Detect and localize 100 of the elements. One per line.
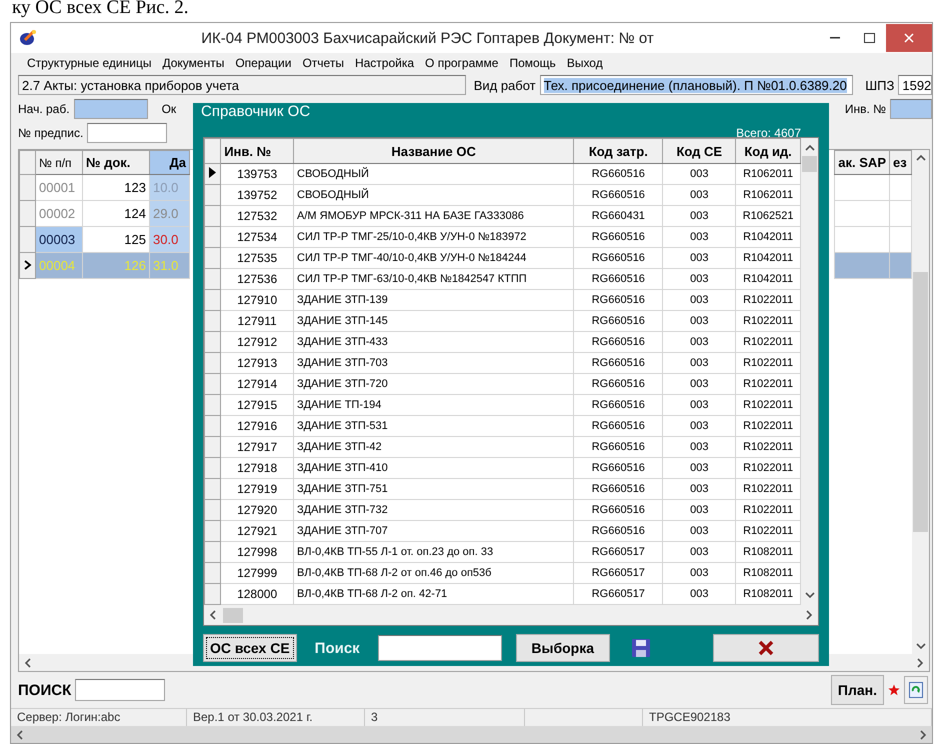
- table-cell: RG660516: [574, 310, 663, 332]
- table-cell: 127534: [220, 226, 294, 248]
- start-label: Нач. раб.: [18, 102, 70, 116]
- table-cell: 003: [662, 416, 736, 436]
- table-cell: 139752: [220, 184, 294, 206]
- section-field: 2.7 Акты: установка приборов учета: [18, 75, 466, 95]
- table-cell: 127921: [220, 520, 294, 542]
- table-cell: 003: [662, 436, 736, 458]
- table-cell: 10.0: [153, 180, 178, 195]
- table-cell: R1022011: [736, 352, 800, 374]
- table-cell: 127920: [220, 500, 294, 520]
- table-cell: 127917: [220, 436, 294, 458]
- table-cell: R1062521: [736, 206, 800, 226]
- table-cell: 003: [662, 206, 736, 226]
- table-cell: ЗДАНИЕ ЗТП-703: [294, 352, 574, 374]
- table-cell: 127916: [220, 416, 294, 436]
- table-cell: R1082011: [736, 542, 800, 562]
- table-cell: RG660516: [574, 248, 663, 268]
- table-cell: R1042011: [736, 226, 800, 248]
- table-cell: 00004: [36, 252, 82, 278]
- table-cell: 29.0: [153, 206, 178, 221]
- table-cell: ВЛ-0,4КВ ТП-68 Л-2 от оп.46 до оп53б: [294, 562, 574, 584]
- table-cell: 003: [662, 290, 736, 310]
- table-cell: ЗДАНИЕ ЗТП-732: [294, 500, 574, 520]
- table-cell: RG660516: [574, 436, 663, 458]
- table-cell: ЗДАНИЕ ЗТП-751: [294, 478, 574, 500]
- table-cell: RG660516: [574, 290, 663, 310]
- table-cell: 003: [662, 164, 736, 184]
- table-cell: 003: [662, 394, 736, 416]
- table-cell: R1022011: [736, 374, 800, 394]
- table-cell: R1022011: [736, 332, 800, 352]
- table-cell: СИЛ ТР-Р ТМГ-63/10-0,4КВ №1842547 КТПП: [294, 268, 574, 290]
- table-cell: R1022011: [736, 290, 800, 310]
- table-cell: 127918: [220, 458, 294, 478]
- table-cell: ЗДАНИЕ ЗТП-145: [294, 310, 574, 332]
- table-cell: RG660516: [574, 478, 663, 500]
- table-cell: RG660516: [574, 374, 663, 394]
- document-caption: ку ОС всех СЕ Рис. 2.: [11, 0, 190, 20]
- table-cell: 127914: [220, 374, 294, 394]
- table-cell: 003: [662, 500, 736, 520]
- table-cell: R1062011: [736, 164, 800, 184]
- table-cell: СВОБОДНЫЙ: [294, 164, 574, 184]
- table-cell: RG660516: [574, 520, 663, 542]
- table-cell: 003: [662, 562, 736, 584]
- column-header: ак. SAP: [834, 150, 890, 174]
- table-cell: RG660516: [574, 500, 663, 520]
- end-label: Ок: [162, 102, 176, 116]
- table-cell: 31.0: [153, 258, 178, 273]
- search-label: Поиск: [314, 640, 360, 656]
- table-cell: 00002: [36, 200, 82, 226]
- table-cell: R1022011: [736, 310, 800, 332]
- table-cell: RG660516: [574, 458, 663, 478]
- table-cell: 125: [82, 226, 150, 252]
- table-cell: 003: [662, 458, 736, 478]
- table-cell: RG660431: [574, 206, 663, 226]
- work-type-label: Вид работ: [474, 78, 536, 92]
- table-cell: 003: [662, 226, 736, 248]
- table-cell: СИЛ ТР-Р ТМГ-40/10-0,4КВ У/УН-0 №184244: [294, 248, 574, 268]
- table-cell: RG660516: [574, 416, 663, 436]
- table-cell: 127535: [220, 248, 294, 268]
- table-cell: 128000: [220, 584, 294, 604]
- table-cell: 003: [662, 352, 736, 374]
- table-cell: R1022011: [736, 500, 800, 520]
- table-cell: R1042011: [736, 248, 800, 268]
- total-count: Всего: 4607: [736, 126, 801, 140]
- table-cell: 127532: [220, 206, 294, 226]
- table-cell: 003: [662, 374, 736, 394]
- table-cell: 003: [662, 332, 736, 352]
- table-cell: R1022011: [736, 520, 800, 542]
- table-cell: R1022011: [736, 394, 800, 416]
- table-cell: 127913: [220, 352, 294, 374]
- dialog-title: Справочник ОС: [199, 103, 312, 120]
- table-cell: 003: [662, 478, 736, 500]
- order-number-label: № предпис.: [18, 126, 84, 140]
- table-cell: 127998: [220, 542, 294, 562]
- table-cell: RG660516: [574, 268, 663, 290]
- column-header: № док.: [82, 150, 150, 174]
- table-cell: R1062011: [736, 184, 800, 206]
- table-cell: R1082011: [736, 562, 800, 584]
- table-cell: ЗДАНИЕ ЗТП-433: [294, 332, 574, 352]
- table-cell: 124: [82, 200, 150, 226]
- table-cell: 139753: [220, 164, 294, 184]
- table-cell: RG660516: [574, 394, 663, 416]
- table-cell: ЗДАНИЕ ЗТП-410: [294, 458, 574, 478]
- table-cell: ЗДАНИЕ ТП-194: [294, 394, 574, 416]
- table-cell: 127911: [220, 310, 294, 332]
- table-cell: R1082011: [736, 584, 800, 604]
- table-cell: R1022011: [736, 436, 800, 458]
- table-cell: СВОБОДНЫЙ: [294, 184, 574, 206]
- table-cell: 003: [662, 248, 736, 268]
- table-cell: 127919: [220, 478, 294, 500]
- window-title: ИК-04 РМ003003 Бахчисарайский РЭС Гоптарев Документ: № от: [200, 30, 655, 46]
- column-header: ез: [890, 150, 912, 174]
- table-cell: 003: [662, 520, 736, 542]
- table-cell: RG660516: [574, 352, 663, 374]
- table-cell: R1022011: [736, 416, 800, 436]
- table-cell: 127915: [220, 394, 294, 416]
- column-header: Да: [150, 150, 190, 174]
- table-cell: 003: [662, 542, 736, 562]
- table-cell: ЗДАНИЕ ЗТП-720: [294, 374, 574, 394]
